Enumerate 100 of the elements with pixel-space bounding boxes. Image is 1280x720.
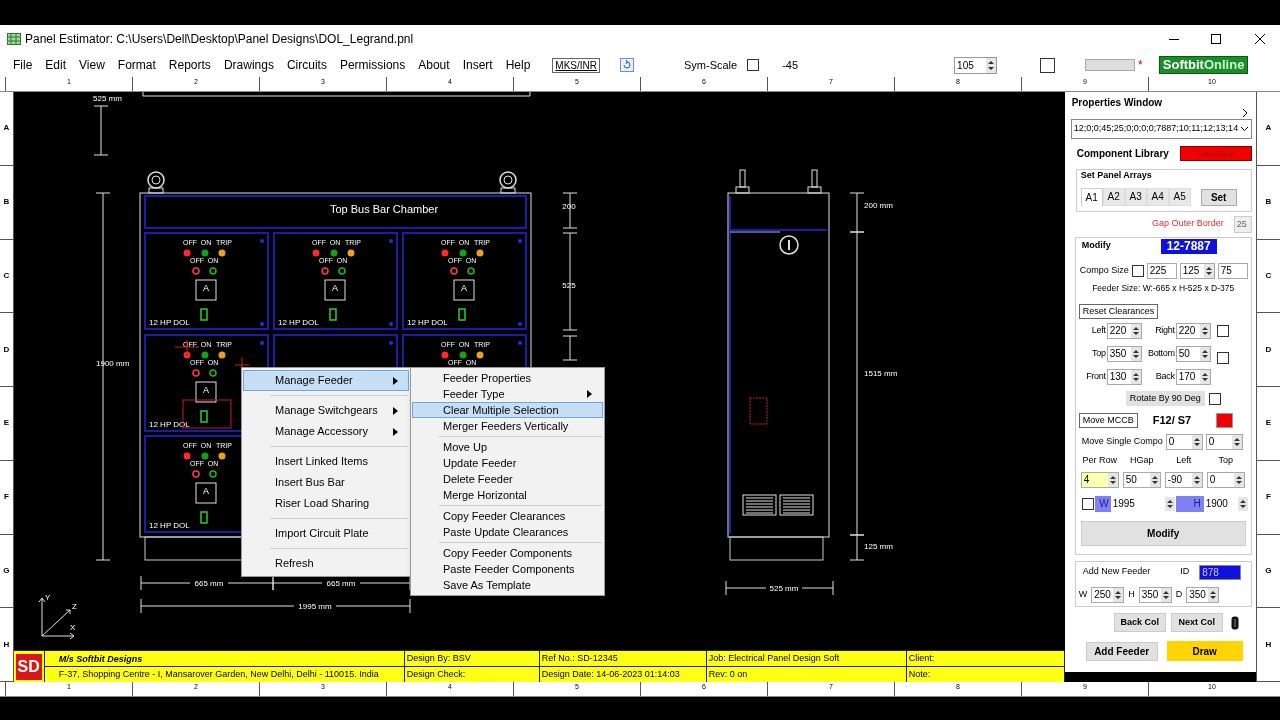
- menu-item[interactable]: Manage Accessory: [243, 421, 409, 442]
- field-label: Right: [1154, 324, 1176, 338]
- tab[interactable]: A3: [1124, 187, 1147, 206]
- menu-item[interactable]: Copy Feeder Clearances: [412, 508, 603, 524]
- menu-item[interactable]: Import Circuit Plate: [243, 523, 409, 544]
- indicator-lamp: [218, 249, 226, 257]
- feeder-label: 12 HP DOL: [406, 318, 448, 327]
- angle-value: -45: [782, 57, 799, 73]
- tab[interactable]: A1: [1080, 187, 1103, 206]
- tab[interactable]: A4: [1146, 187, 1169, 206]
- menu-item[interactable]: Paste Update Clearances: [412, 524, 603, 540]
- number-field[interactable]: 75: [1217, 263, 1248, 279]
- menu-item[interactable]: View: [79, 56, 105, 74]
- ruler-label: E: [1265, 417, 1271, 430]
- ruler-label: D: [3, 343, 10, 356]
- tab[interactable]: A2: [1102, 187, 1125, 206]
- menu-item[interactable]: Feeder Type: [412, 386, 603, 402]
- set-button[interactable]: Set: [1200, 188, 1237, 206]
- panel-title: Properties Window: [1071, 95, 1163, 110]
- menu-item[interactable]: Feeder Properties: [412, 370, 603, 386]
- menu-item[interactable]: Riser Load Sharing: [243, 493, 409, 514]
- reset-clearances-button[interactable]: Reset Clearances: [1078, 304, 1159, 319]
- menu-item[interactable]: Permissions: [339, 56, 406, 74]
- menu-item[interactable]: Insert Linked Items: [243, 451, 409, 472]
- field-label: Compo Size: [1079, 264, 1129, 278]
- indicator-lamp: [183, 249, 191, 257]
- menu-item[interactable]: Paste Feeder Components: [412, 561, 603, 577]
- menu-item[interactable]: Update Feeder: [412, 455, 603, 471]
- lifting-eye-icon: [146, 171, 165, 194]
- field-label: HGap: [1128, 454, 1155, 467]
- menu-item[interactable]: Help: [505, 56, 531, 74]
- corner-dot: [388, 341, 393, 345]
- spinner-icon[interactable]: [1164, 496, 1175, 511]
- pill-icon[interactable]: [1230, 615, 1239, 630]
- menu-item[interactable]: Move Up: [412, 439, 603, 455]
- menu-item[interactable]: Manage Feeder: [243, 370, 409, 391]
- menu-item[interactable]: Merger Feeders Vertically: [412, 418, 603, 434]
- group-title: Modify: [1081, 239, 1111, 253]
- checkbox[interactable]: [747, 59, 760, 71]
- ruler-label: A: [3, 122, 10, 135]
- tab[interactable]: A5: [1168, 187, 1191, 206]
- ruler-label: G: [1265, 564, 1272, 577]
- gap-label: Gap Outer Border: [1152, 217, 1224, 231]
- checkbox[interactable]: [1040, 57, 1056, 73]
- dimension-label: 665 mm: [194, 579, 224, 588]
- menu-item[interactable]: Delete Feeder: [412, 471, 603, 487]
- number-field[interactable]: 225: [1146, 263, 1177, 279]
- id-badge: 12-7887: [1160, 238, 1217, 254]
- menu-item[interactable]: Drawings: [223, 56, 274, 74]
- draw-button[interactable]: Draw: [1166, 641, 1243, 661]
- units-button[interactable]: MKS/INR: [552, 57, 600, 73]
- checkbox[interactable]: [1216, 325, 1229, 337]
- color-swatch[interactable]: [1216, 413, 1234, 428]
- chevron-right-icon[interactable]: [1240, 108, 1249, 118]
- menu-item[interactable]: Manage Switchgears: [243, 400, 409, 421]
- meter-outline: [453, 279, 475, 301]
- menu-item[interactable]: Insert Bus Bar: [243, 472, 409, 493]
- move-mccb-button[interactable]: Move MCCB: [1078, 413, 1138, 428]
- menu-item[interactable]: Copy Feeder Components: [412, 545, 603, 561]
- menu-item[interactable]: About: [418, 56, 450, 74]
- menu-item[interactable]: Edit: [45, 56, 67, 74]
- field-label: D: [1175, 588, 1183, 602]
- checkbox[interactable]: [1081, 497, 1094, 510]
- preset-dropdown[interactable]: 12;0;0;45;25;0;0;0;0;7887;10;11;12;13;14: [1070, 119, 1252, 139]
- menu-item[interactable]: Merge Horizontal: [412, 487, 603, 503]
- sym-scale-label: Sym-Scale: [684, 57, 738, 73]
- menu-item[interactable]: Insert: [462, 56, 493, 74]
- menu-item[interactable]: Format: [117, 56, 156, 74]
- component-icon: [199, 308, 208, 321]
- menu-item[interactable]: Save As Template: [412, 577, 603, 593]
- back-col-button[interactable]: Back Col: [1113, 613, 1166, 632]
- number-field[interactable]: 1995: [1110, 496, 1165, 511]
- menu-item[interactable]: Circuits: [286, 56, 327, 74]
- company-address: F-37, Shopping Centre - I, Mansarover Garden, New Delhi, Delhi - 110015. India: [57, 668, 380, 681]
- next-col-button[interactable]: Next Col: [1170, 613, 1223, 632]
- menu-item[interactable]: Clear Multiple Selection: [412, 402, 603, 418]
- dimension-label: 525 mm: [92, 94, 122, 103]
- refresh-icon[interactable]: [620, 58, 634, 72]
- field-label: Back: [1154, 370, 1176, 384]
- add-feeder-button[interactable]: Add Feeder: [1085, 641, 1158, 661]
- menu-item[interactable]: Refresh: [243, 553, 409, 574]
- menu-item[interactable]: Reports: [168, 56, 211, 74]
- indicator-lamp: [201, 249, 209, 257]
- close-icon[interactable]: [1254, 33, 1266, 45]
- menu-item[interactable]: File: [13, 56, 33, 74]
- meter-outline: [195, 381, 217, 403]
- indicator-lamp: [459, 351, 467, 359]
- id-field[interactable]: 878: [1199, 564, 1242, 580]
- checkbox[interactable]: [1131, 265, 1144, 277]
- modify-button[interactable]: Modify: [1080, 520, 1246, 546]
- maximize-icon[interactable]: [1210, 33, 1222, 45]
- spinner-icon[interactable]: [1237, 496, 1248, 511]
- feeder-label: 12 HP DOL: [277, 318, 319, 327]
- indicator-lamp: [201, 351, 209, 359]
- checkbox[interactable]: [1216, 352, 1229, 364]
- checkbox[interactable]: [1208, 392, 1221, 405]
- meter-label: A: [202, 283, 209, 293]
- field-label: Bottom: [1146, 347, 1176, 361]
- meter-outline: [324, 279, 346, 301]
- indicator-lamp: [476, 351, 484, 359]
